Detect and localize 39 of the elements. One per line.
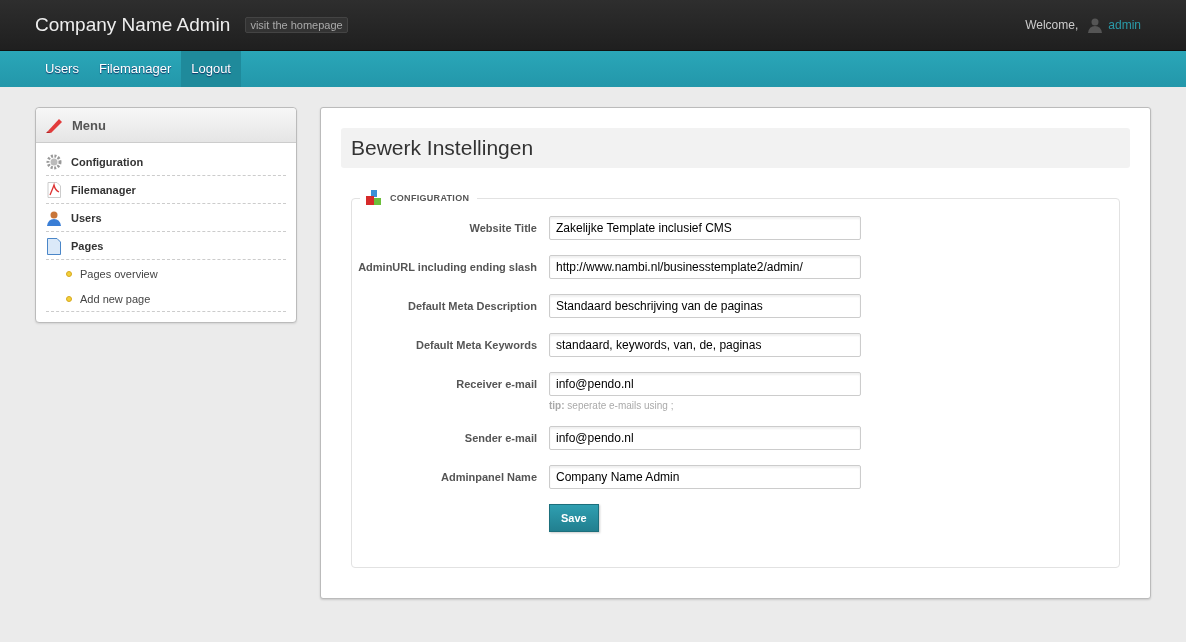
field-label: Default Meta Keywords [414, 338, 537, 353]
menu-item[interactable]: Users [71, 212, 102, 224]
input-field[interactable]: info@pendo.nl [549, 372, 861, 396]
hint-text: tip: seperate e-mails using ; [549, 400, 675, 411]
submenu-item[interactable]: Pages overview [80, 267, 158, 280]
input-field[interactable]: Company Name Admin [549, 465, 861, 489]
field-label: Default Meta Description [407, 299, 537, 314]
field-label: Website Title [468, 221, 537, 236]
input-field[interactable]: standaard, keywords, van, de, paginas [549, 333, 861, 357]
menu-item[interactable]: Pages [71, 240, 104, 252]
sidebar-title: Menu [72, 117, 106, 133]
field-label: AdminURL including ending slash [357, 260, 537, 275]
submenu-item[interactable]: Add new page [80, 292, 151, 305]
blocks-icon [366, 190, 382, 206]
menu-item[interactable]: Filemanager [71, 184, 136, 196]
welcome-text: Welcome, [1025, 18, 1079, 32]
page-icon [46, 237, 62, 255]
bullet-icon [66, 270, 72, 277]
user-icon [1088, 17, 1103, 33]
input-field[interactable]: Standaard beschrijving van de paginas [549, 294, 861, 318]
person-icon [46, 210, 62, 226]
section-title: CONFIGURATION [390, 193, 470, 203]
menu-item[interactable]: Configuration [71, 156, 144, 168]
document-icon [46, 182, 62, 198]
nav-link[interactable]: Logout [181, 51, 241, 87]
field-label: Receiver e-mail [455, 377, 537, 392]
field-label: Sender e-mail [463, 431, 537, 446]
page-heading: Bewerk Instellingen [341, 128, 1130, 168]
save-button[interactable]: Save [549, 504, 599, 532]
input-field[interactable]: Zakelijke Template inclusief CMS [549, 216, 861, 240]
homepage-link[interactable]: visit the homepage [245, 17, 348, 33]
gear-icon [46, 154, 62, 170]
bullet-icon [66, 295, 72, 302]
input-field[interactable]: info@pendo.nl [549, 426, 861, 450]
pencil-icon [46, 117, 64, 133]
site-title: Company Name Admin [35, 14, 231, 36]
input-field[interactable]: http://www.nambi.nl/businesstemplate2/admin/ [549, 255, 861, 279]
field-label: Adminpanel Name [440, 470, 537, 485]
user-link[interactable]: admin [1108, 18, 1141, 32]
